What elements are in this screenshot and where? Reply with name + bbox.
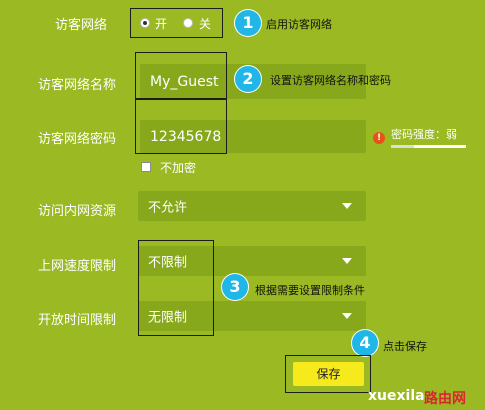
no-encrypt-checkbox[interactable]: [141, 162, 151, 172]
password-strength-fill: [391, 145, 414, 148]
step-2-badge: 2: [235, 66, 261, 92]
step-4-note: 点击保存: [383, 340, 427, 353]
highlight-box-credentials-bottom: [135, 99, 227, 154]
guest-network-off-radio[interactable]: [183, 18, 193, 28]
watermark-text: xuexila: [368, 388, 425, 404]
step-1-badge: 1: [235, 10, 261, 36]
network-name-label: 访客网络名称: [38, 78, 117, 93]
guest-network-on-label[interactable]: 开: [155, 15, 167, 32]
warning-icon: !: [373, 132, 385, 144]
time-limit-label: 开放时间限制: [38, 313, 117, 328]
chevron-down-icon: [342, 313, 352, 319]
guest-network-on-radio[interactable]: [140, 18, 150, 28]
password-strength-label: 密码强度：弱: [391, 128, 457, 141]
highlight-box-limits: [138, 240, 214, 336]
no-encrypt-label[interactable]: 不加密: [160, 159, 196, 176]
intranet-access-label: 访问内网资源: [38, 204, 117, 219]
step-1-note: 启用访客网络: [266, 18, 332, 31]
chevron-down-icon: [342, 258, 352, 264]
step-3-badge: 3: [222, 274, 248, 300]
chevron-down-icon: [342, 203, 352, 209]
intranet-access-select[interactable]: 不允许: [138, 191, 366, 221]
step-4-badge: 4: [352, 330, 378, 356]
guest-network-label: 访客网络: [55, 18, 108, 33]
intranet-access-value: 不允许: [148, 200, 188, 216]
highlight-box-credentials-top: [135, 52, 227, 99]
password-strength-bar: [391, 145, 466, 148]
guest-network-off-label[interactable]: 关: [199, 15, 211, 32]
network-password-label: 访客网络密码: [38, 132, 117, 147]
save-button[interactable]: 保存: [293, 362, 364, 386]
step-2-note: 设置访客网络名称和密码: [270, 74, 391, 87]
speed-limit-label: 上网速度限制: [38, 259, 117, 274]
watermark-accent: 路由网: [424, 391, 466, 407]
step-3-note: 根据需要设置限制条件: [255, 284, 365, 297]
